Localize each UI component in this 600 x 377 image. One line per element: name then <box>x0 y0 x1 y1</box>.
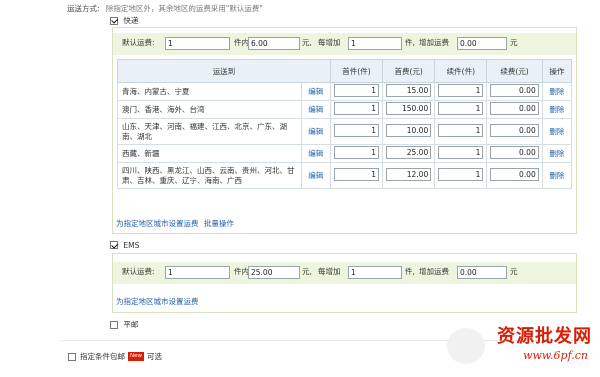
table-row: 山东、天津、河南、福建、江西、北京、广东、湖南、湖北 编辑 1 10.00 1 … <box>117 118 573 145</box>
ems-first-qty-input[interactable]: 1 <box>165 266 230 279</box>
express-panel: 默认运费: 1 件内, 6.00 元, 每增加 1 件, 增加运费 0.00 元… <box>112 27 577 234</box>
col-header-action: 操作 <box>541 59 573 83</box>
add-fee-input[interactable]: 0.00 <box>490 124 539 137</box>
table-row: 青海、内蒙古、宁夏 编辑 1 15.00 1 0.00 删除 <box>117 82 573 101</box>
mascot-icon <box>447 328 485 364</box>
watermark-logo: 资源批发网 www.6pf.cn <box>447 322 592 370</box>
col-header-region: 运送到 <box>117 59 331 83</box>
region-cell: 澳门、香港、海外、台湾 <box>117 100 302 119</box>
shipping-method-label: 运送方式: <box>67 4 100 13</box>
express-default-row: 默认运费: 1 件内, 6.00 元, 每增加 1 件, 增加运费 0.00 元 <box>113 33 576 55</box>
watermark-url: www.6pf.cn <box>523 349 588 362</box>
first-fee-input[interactable]: 10.00 <box>386 124 432 137</box>
col-header-first-qty: 首件(件) <box>329 59 384 83</box>
express-first-fee-input[interactable]: 6.00 <box>248 37 300 50</box>
first-qty-input[interactable]: 1 <box>333 168 380 181</box>
add-fee-input[interactable]: 0.00 <box>490 84 539 97</box>
table-header-row: 运送到 首件(件) 首费(元) 续件(件) 续费(元) 操作 <box>117 59 573 83</box>
express-links: 为指定地区城市设置运费 批量操作 <box>116 218 234 229</box>
watermark-cn: 资源批发网 <box>497 326 592 347</box>
ems-add-text: 每增加 <box>318 267 341 276</box>
edit-link[interactable]: 编辑 <box>300 100 331 119</box>
delete-link[interactable]: 删除 <box>541 162 573 189</box>
region-cell: 青海、内蒙古、宁夏 <box>117 82 302 101</box>
add-fee-input[interactable]: 0.00 <box>490 102 539 115</box>
first-qty-input[interactable]: 1 <box>333 84 380 97</box>
ems-add-fee-text: 增加运费 <box>419 267 449 276</box>
add-qty-input[interactable]: 1 <box>438 124 484 137</box>
table-row: 澳门、香港、海外、台湾 编辑 1 150.00 1 0.00 删除 <box>117 100 573 119</box>
first-fee-input[interactable]: 12.00 <box>386 168 432 181</box>
express-unit-text-3: 件, <box>405 38 415 47</box>
post-option[interactable]: 平邮 <box>110 319 138 330</box>
first-fee-input[interactable]: 15.00 <box>386 84 432 97</box>
add-qty-input[interactable]: 1 <box>438 102 484 115</box>
ems-add-qty-input[interactable]: 1 <box>348 266 402 279</box>
express-option[interactable]: 快递 <box>110 15 138 26</box>
region-cell: 西藏、新疆 <box>117 144 302 163</box>
edit-link[interactable]: 编辑 <box>300 82 331 101</box>
col-header-add-fee: 续费(元) <box>486 59 543 83</box>
add-fee-input[interactable]: 0.00 <box>490 146 539 159</box>
express-default-label: 默认运费: <box>122 38 155 47</box>
express-unit-text-2: 元, <box>302 38 312 47</box>
express-add-text: 每增加 <box>318 38 341 47</box>
express-add-qty-input[interactable]: 1 <box>348 37 402 50</box>
add-qty-input[interactable]: 1 <box>438 146 484 159</box>
free-shipping-checkbox[interactable] <box>68 352 76 361</box>
ems-default-label: 默认运费: <box>122 267 155 276</box>
free-shipping-label: 指定条件包邮 <box>80 352 125 361</box>
first-qty-input[interactable]: 1 <box>333 124 380 137</box>
ems-label: EMS <box>123 240 140 250</box>
new-badge: New <box>128 352 144 361</box>
table-row: 西藏、新疆 编辑 1 25.00 1 0.00 删除 <box>117 144 573 163</box>
region-cell: 四川、陕西、黑龙江、山西、云南、贵州、河北、甘肃、吉林、重庆、辽宁、海南、广西 <box>117 162 302 189</box>
delete-link[interactable]: 删除 <box>541 82 573 101</box>
post-label: 平邮 <box>123 320 139 329</box>
ems-checkbox[interactable] <box>110 241 118 249</box>
express-label: 快递 <box>123 16 139 25</box>
express-add-fee-input[interactable]: 0.00 <box>457 37 507 50</box>
ems-unit-text-3: 件, <box>405 267 415 276</box>
first-qty-input[interactable]: 1 <box>333 102 380 115</box>
ems-panel: 默认运费: 1 件内, 25.00 元, 每增加 1 件, 增加运费 0.00 … <box>112 253 577 313</box>
edit-link[interactable]: 编辑 <box>300 144 331 163</box>
edit-link[interactable]: 编辑 <box>300 162 331 189</box>
express-checkbox[interactable] <box>110 16 118 25</box>
add-fee-input[interactable]: 0.00 <box>490 168 539 181</box>
post-checkbox[interactable] <box>110 320 118 329</box>
ems-set-city-rate-link[interactable]: 为指定地区城市设置运费 <box>116 297 199 306</box>
batch-operation-link[interactable]: 批量操作 <box>204 219 234 228</box>
col-header-add-qty: 续件(件) <box>434 59 488 83</box>
delete-link[interactable]: 删除 <box>541 100 573 119</box>
ems-unit-text-2: 元, <box>302 267 312 276</box>
ems-unit-text-4: 元 <box>510 267 518 276</box>
shipping-method-hint: 除指定地区外，其余地区的运费采用"默认运费" <box>105 4 263 13</box>
col-header-first-fee: 首费(元) <box>382 59 436 83</box>
delete-link[interactable]: 删除 <box>541 144 573 163</box>
add-qty-input[interactable]: 1 <box>438 168 484 181</box>
edit-link[interactable]: 编辑 <box>300 118 331 145</box>
first-fee-input[interactable]: 25.00 <box>386 146 432 159</box>
express-first-qty-input[interactable]: 1 <box>165 37 230 50</box>
ems-first-fee-input[interactable]: 25.00 <box>248 266 300 279</box>
set-city-rate-link[interactable]: 为指定地区城市设置运费 <box>116 219 199 228</box>
express-add-fee-text: 增加运费 <box>419 38 449 47</box>
first-fee-input[interactable]: 150.00 <box>386 102 432 115</box>
ems-add-fee-input[interactable]: 0.00 <box>457 266 507 279</box>
free-shipping-condition[interactable]: 指定条件包邮 New 可选 <box>68 351 162 362</box>
ems-option[interactable]: EMS <box>110 240 139 250</box>
ems-default-row: 默认运费: 1 件内, 25.00 元, 每增加 1 件, 增加运费 0.00 … <box>113 262 576 284</box>
region-cell: 山东、天津、河南、福建、江西、北京、广东、湖南、湖北 <box>117 118 302 145</box>
shipping-method-header: 运送方式: 除指定地区外，其余地区的运费采用"默认运费" <box>67 3 263 14</box>
table-row: 四川、陕西、黑龙江、山西、云南、贵州、河北、甘肃、吉林、重庆、辽宁、海南、广西 … <box>117 162 573 189</box>
add-qty-input[interactable]: 1 <box>438 84 484 97</box>
first-qty-input[interactable]: 1 <box>333 146 380 159</box>
optional-text: 可选 <box>147 352 162 361</box>
express-unit-text-4: 元 <box>510 38 518 47</box>
delete-link[interactable]: 删除 <box>541 118 573 145</box>
express-rates-table: 运送到 首件(件) 首费(元) 续件(件) 续费(元) 操作 青海、内蒙古、宁夏… <box>117 59 573 189</box>
